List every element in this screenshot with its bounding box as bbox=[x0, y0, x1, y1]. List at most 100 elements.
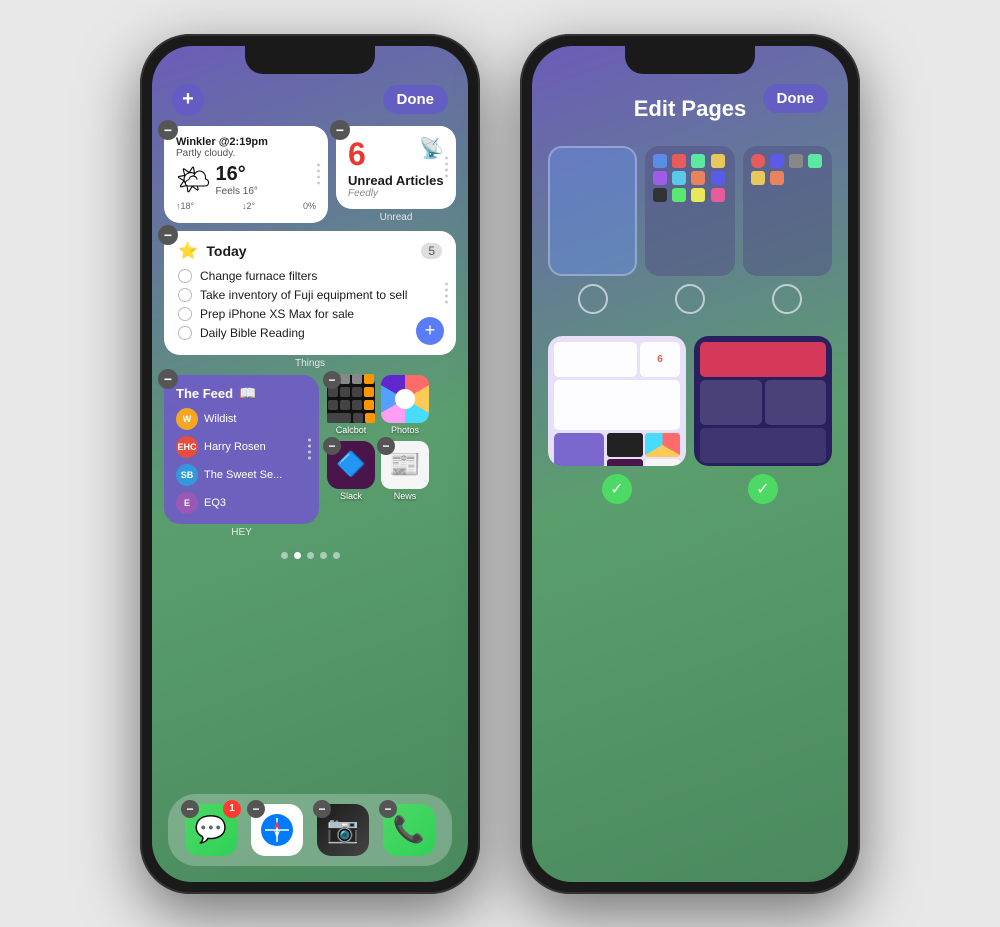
weather-low: ↓2° bbox=[242, 201, 255, 211]
mini-app2-2 bbox=[770, 154, 784, 168]
slack-remove[interactable]: − bbox=[323, 437, 341, 455]
mini-app2-4 bbox=[808, 154, 822, 168]
page-thumb-3[interactable] bbox=[743, 146, 832, 276]
page-select-circle-2[interactable] bbox=[675, 284, 705, 314]
news-remove[interactable]: − bbox=[377, 437, 395, 455]
phone-1: + Done − Winkler @2:19pm Partly cloudy. bbox=[140, 34, 480, 894]
feed-name-1: Wildist bbox=[204, 413, 236, 425]
weather-high: ↑18° bbox=[176, 201, 194, 211]
messages-dock-item[interactable]: − 💬 1 bbox=[185, 804, 237, 856]
ss-article bbox=[700, 428, 826, 463]
photos-label: Photos bbox=[391, 425, 419, 435]
calcbot-remove[interactable]: − bbox=[323, 371, 341, 389]
done-button-phone1[interactable]: Done bbox=[383, 85, 449, 114]
unread-title: Unread Articles bbox=[348, 173, 444, 188]
calcbot-app[interactable]: − Calcbot bbox=[327, 375, 375, 435]
things-widget[interactable]: − ⭐ Today 5 Cha bbox=[164, 231, 456, 355]
page-thumb-2[interactable] bbox=[645, 146, 734, 276]
things-checkbox-3[interactable] bbox=[178, 307, 192, 321]
unread-widget-remove[interactable]: − bbox=[330, 120, 350, 140]
safari-dock-item[interactable]: − bbox=[251, 804, 303, 856]
photos-app[interactable]: Photos bbox=[381, 375, 429, 435]
mini-app2-5 bbox=[751, 171, 765, 185]
news-app[interactable]: − 📰 News bbox=[381, 441, 429, 501]
phone-dock-item[interactable]: − 📞 bbox=[383, 804, 435, 856]
phone-icon-remove[interactable]: − bbox=[379, 800, 397, 818]
slack-icon-emoji: 🔷 bbox=[336, 450, 366, 479]
ss-weather bbox=[554, 342, 637, 377]
hey-widget[interactable]: − The Feed 📖 W Wildist bbox=[164, 375, 319, 524]
page-dots bbox=[152, 552, 468, 559]
mini-app-5 bbox=[653, 171, 667, 185]
weather-location: Winkler @2:19pm bbox=[176, 136, 316, 148]
weather-stats: ↑18° ↓2° 0% bbox=[176, 201, 316, 211]
weather-temp: 16° bbox=[216, 163, 258, 186]
top-widget-row: − Winkler @2:19pm Partly cloudy. 🌤 16° F… bbox=[164, 126, 456, 223]
app-grid-section: − The Feed 📖 W Wildist bbox=[152, 375, 468, 538]
mini-app2-1 bbox=[751, 154, 765, 168]
slack-app[interactable]: − 🔷 Slack bbox=[327, 441, 375, 501]
photos-inner bbox=[395, 389, 415, 409]
things-widget-wrapper: − ⭐ Today 5 Cha bbox=[164, 231, 456, 369]
messages-remove[interactable]: − bbox=[181, 800, 199, 818]
hey-widget-wrapper: − The Feed 📖 W Wildist bbox=[164, 375, 319, 538]
mini-app-2 bbox=[672, 154, 686, 168]
things-checkbox-2[interactable] bbox=[178, 288, 192, 302]
camera-remove[interactable]: − bbox=[313, 800, 331, 818]
safari-remove[interactable]: − bbox=[247, 800, 265, 818]
notch-2 bbox=[625, 46, 755, 74]
things-checkbox-1[interactable] bbox=[178, 269, 192, 283]
ss-hey bbox=[554, 433, 604, 466]
feed-name-4: EQ3 bbox=[204, 497, 226, 509]
page-check-2[interactable]: ✓ bbox=[748, 474, 778, 504]
edit-pages-title: Edit Pages bbox=[532, 96, 848, 122]
unread-top: 6 📡 bbox=[348, 136, 444, 173]
ss-news bbox=[645, 459, 681, 466]
feed-item-2: EHC Harry Rosen bbox=[176, 436, 307, 458]
things-checkbox-4[interactable] bbox=[178, 326, 192, 340]
page-select-circle-1[interactable] bbox=[578, 284, 608, 314]
unread-widget[interactable]: − 6 📡 Unread Articles Feedly bbox=[336, 126, 456, 209]
camera-dock-item[interactable]: − 📷 bbox=[317, 804, 369, 856]
weather-feels: Feels 16° bbox=[216, 186, 258, 197]
weather-condition: Partly cloudy. bbox=[176, 148, 316, 159]
feed-name-2: Harry Rosen bbox=[204, 441, 266, 453]
page-dot-2[interactable] bbox=[294, 552, 301, 559]
page-dot-4[interactable] bbox=[320, 552, 327, 559]
hey-drag-handle bbox=[308, 439, 311, 460]
page-dot-1[interactable] bbox=[281, 552, 288, 559]
page-thumb-1[interactable] bbox=[548, 146, 637, 276]
page-dot-3[interactable] bbox=[307, 552, 314, 559]
mini-apps-grid-2 bbox=[751, 154, 824, 185]
page-select-circle-3[interactable] bbox=[772, 284, 802, 314]
things-drag-handle bbox=[445, 282, 448, 303]
mini-app-12 bbox=[711, 188, 725, 202]
dock: − 💬 1 − bbox=[168, 794, 452, 866]
things-item-label-3: Prep iPhone XS Max for sale bbox=[200, 307, 354, 321]
things-add-button[interactable]: + bbox=[416, 317, 444, 345]
rss-icon: 📡 bbox=[419, 136, 444, 161]
ss-photos bbox=[645, 433, 681, 457]
feed-item-3: SB The Sweet Se... bbox=[176, 464, 307, 486]
page-screenshot-1[interactable]: 6 bbox=[548, 336, 686, 466]
things-header: ⭐ Today 5 bbox=[178, 241, 442, 261]
things-star-icon: ⭐ bbox=[178, 243, 198, 260]
mini-app-4 bbox=[711, 154, 725, 168]
weather-widget-remove[interactable]: − bbox=[158, 120, 178, 140]
page-screenshot-wrapper-2: ✓ bbox=[694, 336, 832, 466]
page-screenshot-2[interactable] bbox=[694, 336, 832, 466]
things-widget-remove[interactable]: − bbox=[158, 225, 178, 245]
feed-widget-title: The Feed 📖 bbox=[176, 385, 307, 402]
add-widget-button[interactable]: + bbox=[172, 84, 204, 116]
feed-avatar-4: E bbox=[176, 492, 198, 514]
things-item-2: Take inventory of Fuji equipment to sell bbox=[178, 288, 442, 302]
hey-widget-remove[interactable]: − bbox=[158, 369, 178, 389]
feed-avatar-2: EHC bbox=[176, 436, 198, 458]
ss-slack bbox=[607, 459, 643, 466]
widgets-area: − Winkler @2:19pm Partly cloudy. 🌤 16° F… bbox=[152, 126, 468, 369]
mini-app-3 bbox=[691, 154, 705, 168]
page-dot-5[interactable] bbox=[333, 552, 340, 559]
page-check-1[interactable]: ✓ bbox=[602, 474, 632, 504]
weather-widget[interactable]: − Winkler @2:19pm Partly cloudy. 🌤 16° F… bbox=[164, 126, 328, 223]
weather-drag-handle bbox=[317, 164, 320, 185]
